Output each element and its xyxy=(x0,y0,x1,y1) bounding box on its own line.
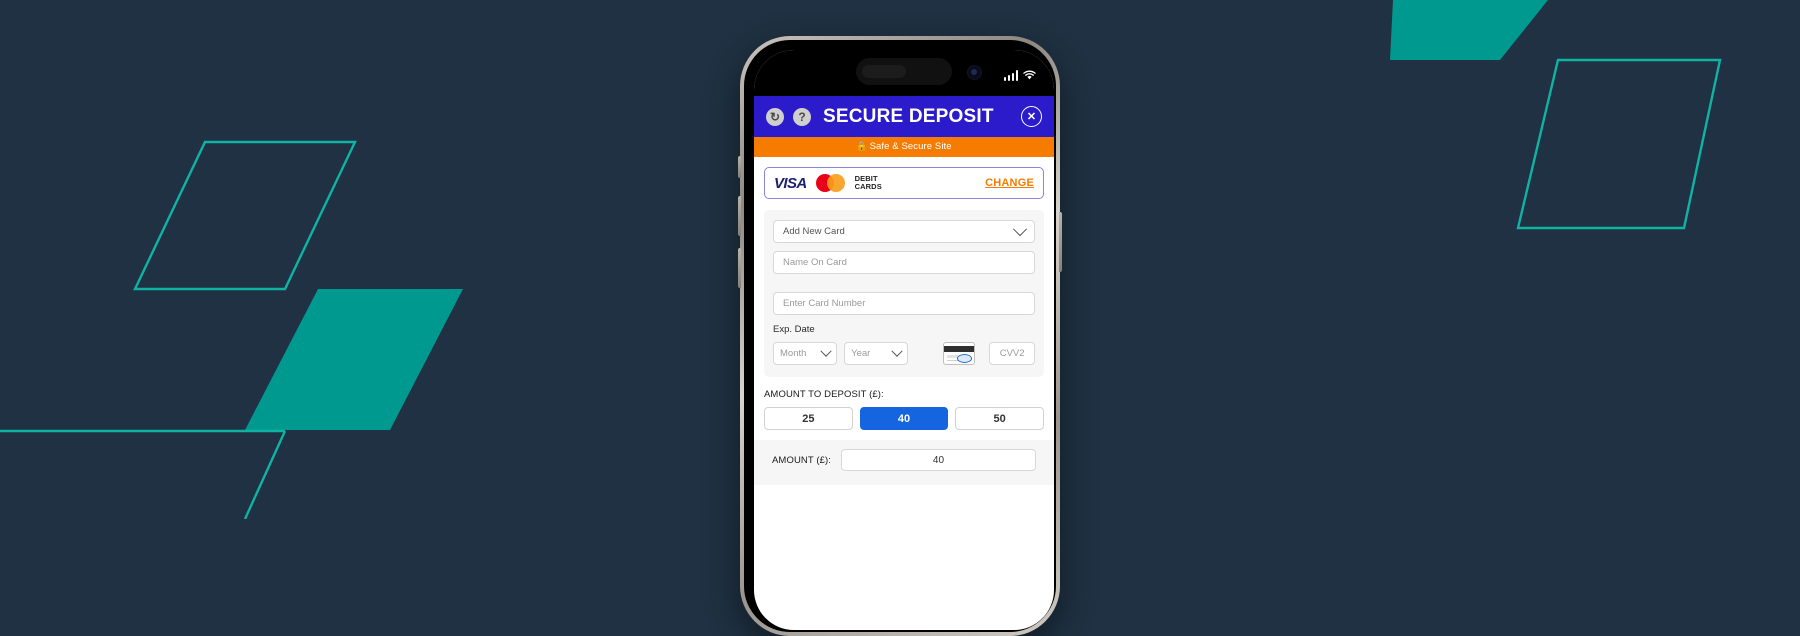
visa-logo-icon: VISA xyxy=(774,174,807,192)
amount-field-label: AMOUNT (£): xyxy=(772,454,831,466)
speaker-slot xyxy=(862,65,906,78)
chevron-down-icon xyxy=(1012,221,1028,236)
phone-frame: ↻ ? SECURE DEPOSIT ✕ 🔒 Safe & Secure Site… xyxy=(738,36,1062,636)
help-question-icon[interactable]: ? xyxy=(793,107,811,126)
expiry-date-label: Exp. Date xyxy=(773,324,815,335)
refresh-history-icon[interactable]: ↻ xyxy=(766,107,784,126)
cvv2-input[interactable]: CVV2 xyxy=(989,342,1036,365)
amount-chip-group: 25 40 50 xyxy=(764,407,1045,430)
phone-screen: ↻ ? SECURE DEPOSIT ✕ 🔒 Safe & Secure Site… xyxy=(754,50,1054,630)
name-on-card-placeholder: Name On Card xyxy=(783,257,847,268)
phone-power-button[interactable] xyxy=(1059,212,1062,272)
phone-mockup: ↻ ? SECURE DEPOSIT ✕ 🔒 Safe & Secure Site… xyxy=(738,36,1062,636)
close-x-icon[interactable]: ✕ xyxy=(1021,106,1042,127)
cvv2-placeholder: CVV2 xyxy=(999,348,1025,359)
phone-volume-up-button[interactable] xyxy=(738,196,741,236)
amount-chip-50[interactable]: 50 xyxy=(955,407,1045,430)
saved-card-select-value: Add New Card xyxy=(783,226,845,237)
chevron-down-icon xyxy=(891,345,903,357)
mastercard-logo-icon xyxy=(815,174,846,192)
debit-cards-label: DEBIT CARDS xyxy=(854,174,882,191)
status-bar xyxy=(754,50,1054,96)
cellular-signal-icon xyxy=(1003,70,1018,81)
amount-to-deposit-label: AMOUNT TO DEPOSIT (£): xyxy=(764,389,884,400)
page-title: SECURE DEPOSIT xyxy=(823,105,994,127)
front-camera-icon xyxy=(967,65,982,80)
amount-entry-row: AMOUNT (£): 40 xyxy=(754,440,1054,485)
expiry-year-placeholder: Year xyxy=(851,348,871,359)
chevron-down-icon xyxy=(820,345,832,357)
change-payment-method-link[interactable]: CHANGE xyxy=(985,177,1034,189)
expiry-month-select[interactable]: Month xyxy=(773,342,838,365)
amount-chip-25[interactable]: 25 xyxy=(764,407,853,430)
lock-icon: 🔒 xyxy=(856,141,868,151)
expiry-cvv-row: Month Year CVV2 xyxy=(773,342,1036,365)
app-header: ↻ ? SECURE DEPOSIT ✕ xyxy=(754,96,1054,137)
phone-silent-switch[interactable] xyxy=(738,156,741,178)
deposit-section: AMOUNT TO DEPOSIT (£): 25 40 50 AMOUNT (… xyxy=(754,389,1054,485)
amount-chip-40[interactable]: 40 xyxy=(859,407,949,430)
debit-line-2: CARDS xyxy=(854,182,882,191)
name-on-card-input[interactable]: Name On Card xyxy=(773,251,1035,274)
secure-site-banner: 🔒 Safe & Secure Site xyxy=(754,137,1054,157)
card-form-panel: Add New Card Name On Card Enter Card Num… xyxy=(764,210,1044,377)
dynamic-island xyxy=(856,58,982,85)
secure-banner-text: Safe & Secure Site xyxy=(869,141,952,152)
accepted-cards-row: VISA DEBIT CARDS CHANGE xyxy=(764,167,1044,199)
saved-card-select[interactable]: Add New Card xyxy=(773,220,1035,243)
card-number-placeholder: Enter Card Number xyxy=(783,298,866,309)
expiry-month-placeholder: Month xyxy=(780,348,807,359)
card-number-input[interactable]: Enter Card Number xyxy=(773,292,1035,315)
amount-input[interactable]: 40 xyxy=(840,449,1036,471)
status-indicators xyxy=(1003,70,1037,81)
card-back-cvv-icon xyxy=(943,342,976,365)
wifi-icon xyxy=(1023,70,1036,80)
phone-volume-down-button[interactable] xyxy=(738,248,741,288)
phone-bezel: ↻ ? SECURE DEPOSIT ✕ 🔒 Safe & Secure Site… xyxy=(744,40,1056,632)
expiry-year-select[interactable]: Year xyxy=(844,342,909,365)
